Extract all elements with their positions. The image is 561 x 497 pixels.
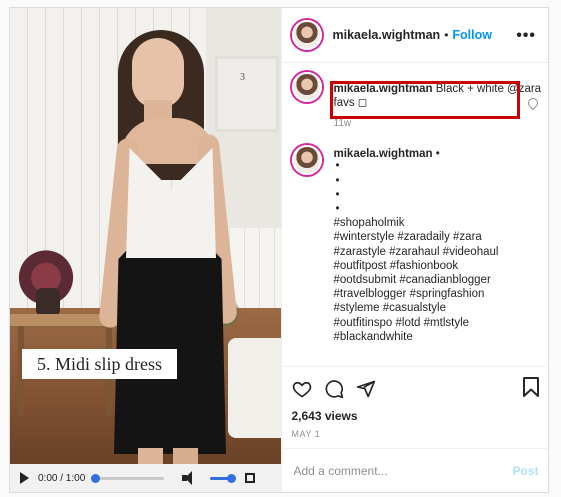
vase [36, 288, 60, 316]
post-header: mikaela.wightman • Follow ••• [281, 8, 548, 63]
hashtag-line[interactable]: #ootdsubmit #canadianblogger [334, 273, 542, 287]
hashtag-line[interactable]: #blackandwhite [334, 330, 542, 344]
post-button[interactable]: Post [512, 464, 538, 478]
more-options-icon[interactable]: ••• [516, 27, 536, 45]
share-icon[interactable] [356, 379, 376, 399]
hashtag-line[interactable]: #outfitinspo #lotd #mtlstyle [334, 316, 542, 330]
hashtag-line[interactable]: #travelblogger #springfashion [334, 287, 542, 301]
post-date: MAY 1 [291, 429, 321, 439]
volume-handle[interactable] [227, 473, 236, 483]
post-card: 3 5. Midi slip dress 0:00 / 1:00 mikaela… [9, 7, 549, 493]
post-actions: 2,643 views MAY 1 [281, 366, 549, 446]
video-caption-overlay: 5. Midi slip dress [22, 349, 177, 379]
hashtag-line[interactable]: #styleme #casualstyle [334, 301, 542, 315]
follow-button[interactable]: Follow [452, 28, 492, 42]
comments-list: mikaela.wightman Black + white @zara fav… [291, 72, 542, 344]
play-icon[interactable] [20, 472, 29, 484]
comment-body: • • • • #shopaholmik #winterstyle #zarad… [334, 159, 542, 344]
hashtag-line[interactable]: #outfitpost #fashionbook [334, 259, 542, 273]
video-controls: 0:00 / 1:00 [10, 464, 281, 492]
seek-bar[interactable] [91, 473, 164, 483]
avatar[interactable] [291, 20, 322, 50]
video-time: 0:00 / 1:00 [38, 472, 86, 484]
post-side-panel: mikaela.wightman • Follow ••• mikaela.wi… [280, 8, 549, 492]
hashtag-line[interactable]: #winterstyle #zaradaily #zara [334, 230, 542, 244]
volume-slider[interactable] [210, 473, 236, 483]
comment-header: mikaela.wightman • [334, 147, 440, 175]
highlight-box [329, 81, 520, 119]
comment-separator: • [435, 148, 440, 161]
video-player[interactable]: 3 5. Midi slip dress 0:00 / 1:00 [10, 8, 281, 492]
comment-username[interactable]: mikaela.wightman [334, 148, 433, 160]
seek-handle[interactable] [91, 473, 100, 483]
sofa [228, 338, 281, 438]
heart-icon[interactable] [292, 379, 312, 399]
comment-composer: Post [281, 448, 549, 492]
caption-age: 11w [333, 118, 352, 130]
avatar[interactable] [291, 72, 322, 102]
model-face [132, 38, 184, 108]
bullet: • [335, 188, 340, 201]
header-separator: • [444, 28, 449, 42]
hashtag-line[interactable]: #zarastyle #zarahaul #videohaul [334, 245, 542, 259]
action-icons [292, 377, 539, 401]
wall-frame [215, 56, 279, 132]
fullscreen-icon[interactable] [245, 473, 255, 483]
bullet: • [335, 174, 340, 187]
bookmark-icon[interactable] [522, 377, 539, 397]
view-count: 2,643 views [291, 409, 358, 423]
wall-frame-number: 3 [240, 72, 245, 83]
comment-icon[interactable] [324, 379, 344, 399]
volume-icon[interactable] [182, 471, 198, 485]
bullet: • [335, 202, 340, 215]
header-username[interactable]: mikaela.wightman [333, 28, 441, 42]
hashtag-line[interactable]: #shopaholmik [334, 216, 542, 230]
avatar[interactable] [291, 145, 322, 176]
comment-input[interactable] [291, 462, 513, 479]
